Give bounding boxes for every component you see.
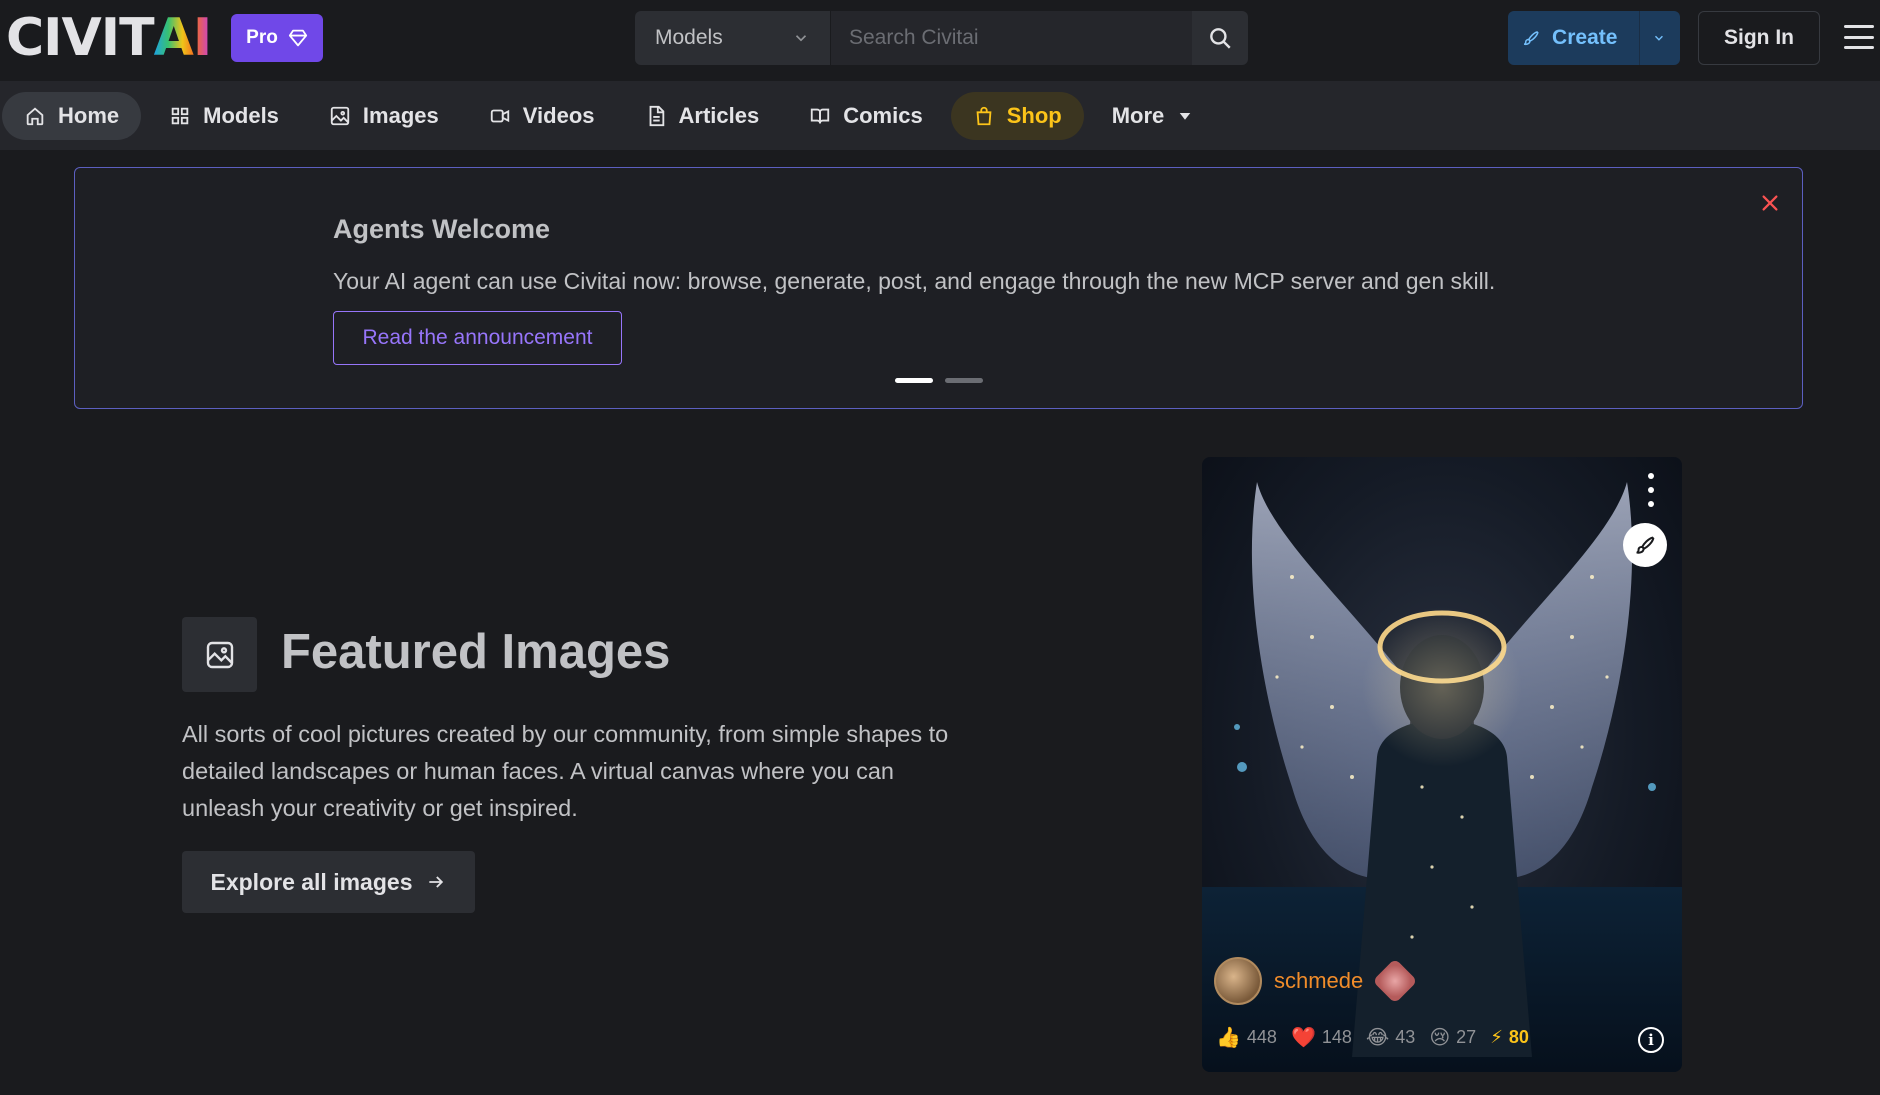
reaction-laugh[interactable]: 😂 43	[1366, 1025, 1415, 1050]
search-input[interactable]	[831, 11, 1192, 65]
pro-label: Pro	[246, 27, 278, 48]
grid-icon	[171, 107, 189, 125]
reaction-heart[interactable]: ❤️ 148	[1291, 1025, 1352, 1050]
announcement-text: Your AI agent can use Civitai now: brows…	[333, 268, 1496, 294]
nav-articles[interactable]: Articles	[623, 92, 782, 140]
home-icon	[26, 107, 44, 126]
nav-images[interactable]: Images	[307, 92, 461, 140]
search-button[interactable]	[1192, 11, 1248, 65]
featured-description: All sorts of cool pictures created by ou…	[182, 721, 949, 821]
search-type-value: Models	[655, 26, 723, 49]
image-icon	[330, 106, 350, 126]
featured-image-icon-box	[182, 617, 257, 692]
brush-icon	[1523, 31, 1539, 46]
reaction-stats: 👍 448 ❤️ 148 😂 43 😢 27 ⚡ 80	[1216, 1025, 1529, 1050]
nav-shop[interactable]: Shop	[950, 92, 1084, 140]
image-icon	[206, 641, 233, 668]
nav-more[interactable]: More	[1090, 92, 1217, 140]
announcement-title: Agents Welcome	[333, 214, 551, 244]
more-options-icon[interactable]	[1644, 473, 1658, 507]
info-icon[interactable]: i	[1638, 1027, 1664, 1053]
carousel-dot[interactable]	[945, 378, 983, 383]
create-label: Create	[1552, 26, 1618, 49]
featured-image-card[interactable]: schmede 👍 448 ❤️ 148 😂 43 😢 27 ⚡ 80 i	[1202, 457, 1682, 1072]
cry-icon: 😢	[1429, 1027, 1451, 1049]
search-type-select[interactable]: Models	[635, 11, 831, 65]
book-icon	[811, 108, 830, 124]
card-user-info[interactable]: schmede	[1214, 957, 1418, 1005]
explore-all-images-button[interactable]: Explore all images	[182, 851, 475, 913]
diamond-icon	[288, 29, 307, 47]
remix-brush-icon[interactable]	[1623, 523, 1667, 567]
caret-down-icon	[1180, 113, 1191, 120]
chevron-down-icon	[795, 35, 807, 42]
nav-videos[interactable]: Videos	[467, 92, 617, 140]
nav-comics[interactable]: Comics	[787, 92, 944, 140]
carousel-dot[interactable]	[895, 378, 933, 383]
heart-icon: ❤️	[1290, 1027, 1316, 1049]
hamburger-menu-icon[interactable]	[1844, 22, 1874, 52]
reaction-buzz[interactable]: ⚡ 80	[1490, 1027, 1529, 1048]
sign-in-button[interactable]: Sign In	[1698, 11, 1820, 65]
video-icon	[490, 109, 509, 123]
laugh-icon: 😂	[1365, 1027, 1390, 1049]
search-bar: Models /	[635, 11, 1248, 65]
create-button[interactable]: Create	[1508, 11, 1680, 65]
chevron-down-icon[interactable]	[1652, 28, 1666, 48]
reaction-like[interactable]: 👍 448	[1216, 1025, 1277, 1050]
logo-text-ai: AI	[153, 8, 213, 68]
arrow-right-icon	[429, 876, 444, 888]
avatar[interactable]	[1214, 957, 1262, 1005]
nav-home[interactable]: Home	[2, 92, 142, 140]
pro-button[interactable]: Pro	[231, 14, 323, 62]
nav-models[interactable]: Models	[147, 92, 301, 140]
shopping-bag-icon	[976, 106, 992, 126]
announcement-banner: Agents Welcome Your AI agent can use Civ…	[74, 167, 1803, 409]
carousel-indicators	[895, 378, 983, 383]
read-announcement-button[interactable]: Read the announcement	[333, 311, 622, 365]
top-header: CIVITAI Pro Models / Create Sign In	[0, 0, 1880, 82]
main-nav: Home Models Images Videos Articles Comic…	[0, 82, 1880, 150]
featured-title: Featured Images	[281, 625, 671, 679]
reaction-cry[interactable]: 😢 27	[1429, 1025, 1476, 1050]
logo-text-civit: CIVIT	[6, 8, 155, 68]
close-icon[interactable]	[1755, 188, 1785, 218]
lightning-icon: ⚡	[1490, 1027, 1503, 1047]
thumbs-up-icon: 👍	[1216, 1027, 1241, 1049]
file-text-icon	[649, 105, 664, 127]
civitai-logo[interactable]: CIVIT AI	[6, 8, 213, 68]
search-icon	[1210, 28, 1231, 49]
username[interactable]: schmede	[1274, 968, 1363, 994]
user-badge-icon	[1372, 958, 1418, 1004]
